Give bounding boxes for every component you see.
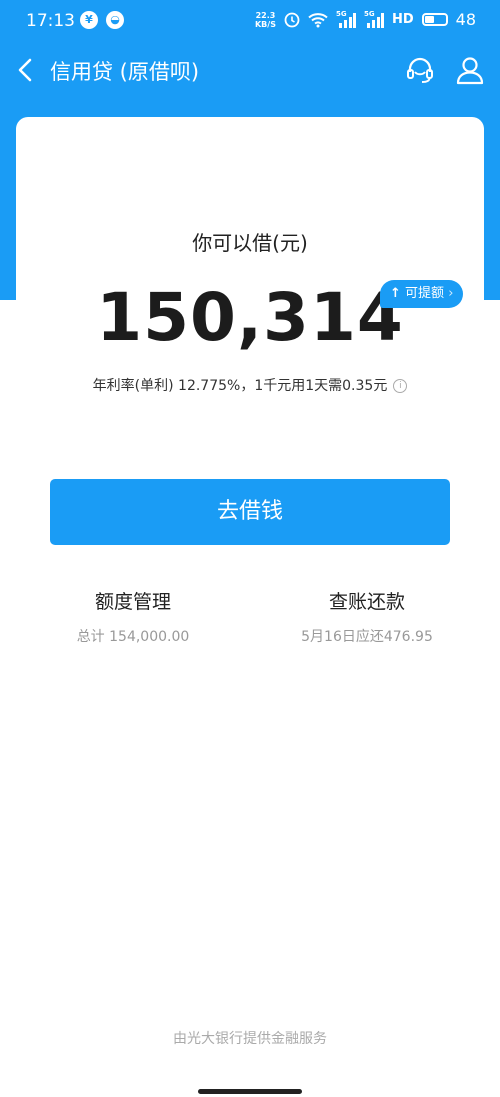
network-speed-value: 22.3 (255, 10, 276, 20)
network-speed: 22.3 KB/S (255, 11, 276, 29)
raise-limit-label: 可提额 (405, 286, 445, 301)
notification-app-icon: ◒ (106, 11, 124, 29)
info-icon[interactable]: i (393, 379, 408, 393)
loan-card: 你可以借(元) 150,314 ↑ 可提额 › 年利率(单利) 12.775%，… (16, 117, 484, 1097)
quota-total: 总计 154,000.00 (76, 629, 190, 645)
status-time: 17:13 (26, 11, 75, 31)
headset-icon (407, 57, 433, 83)
network-speed-unit: KB/S (254, 19, 276, 29)
bill-repayment-link[interactable]: 查账还款 (267, 587, 467, 614)
alarm-icon (284, 12, 300, 27)
borrow-limit-label: 你可以借(元) (192, 231, 308, 255)
battery-icon (421, 13, 448, 26)
battery-level: 48 (455, 10, 476, 29)
status-bar: 17:13 ¥ ◒ 22.3 KB/S 5G 5G HD 48 (0, 0, 500, 42)
interest-rate-info: 年利率(单利) 12.775%，1千元用1天需0.35元 i (16, 375, 484, 395)
back-arrow-icon (18, 58, 32, 82)
status-indicators: 22.3 KB/S 5G 5G HD 48 (255, 10, 476, 30)
quota-management-link[interactable]: 额度管理 (33, 587, 233, 614)
nav-bar: 信用贷 (原借呗) (0, 46, 500, 94)
page-title: 信用贷 (原借呗) (50, 60, 200, 84)
hd-indicator: HD (391, 12, 414, 27)
wifi-icon (308, 12, 328, 27)
signal-5g-icon-1: 5G (336, 10, 356, 28)
shield-yen-icon: ¥ (80, 11, 98, 29)
user-icon (456, 57, 484, 85)
up-arrow-icon: ↑ (390, 286, 401, 301)
footer-provider-text: 由光大银行提供金融服务 (173, 1031, 327, 1047)
home-indicator[interactable] (198, 1089, 302, 1094)
repayment-due: 5月16日应还476.95 (301, 629, 433, 645)
raise-limit-badge[interactable]: ↑ 可提额 › (380, 280, 464, 308)
interest-rate-text: 年利率(单利) 12.775%，1千元用1天需0.35元 (92, 378, 388, 394)
borrow-button[interactable]: 去借钱 (50, 479, 450, 545)
chevron-right-icon: › (448, 286, 454, 301)
back-button[interactable] (10, 54, 42, 86)
customer-service-button[interactable] (404, 54, 436, 86)
profile-button[interactable] (454, 54, 486, 86)
signal-5g-icon-2: 5G (364, 10, 384, 28)
